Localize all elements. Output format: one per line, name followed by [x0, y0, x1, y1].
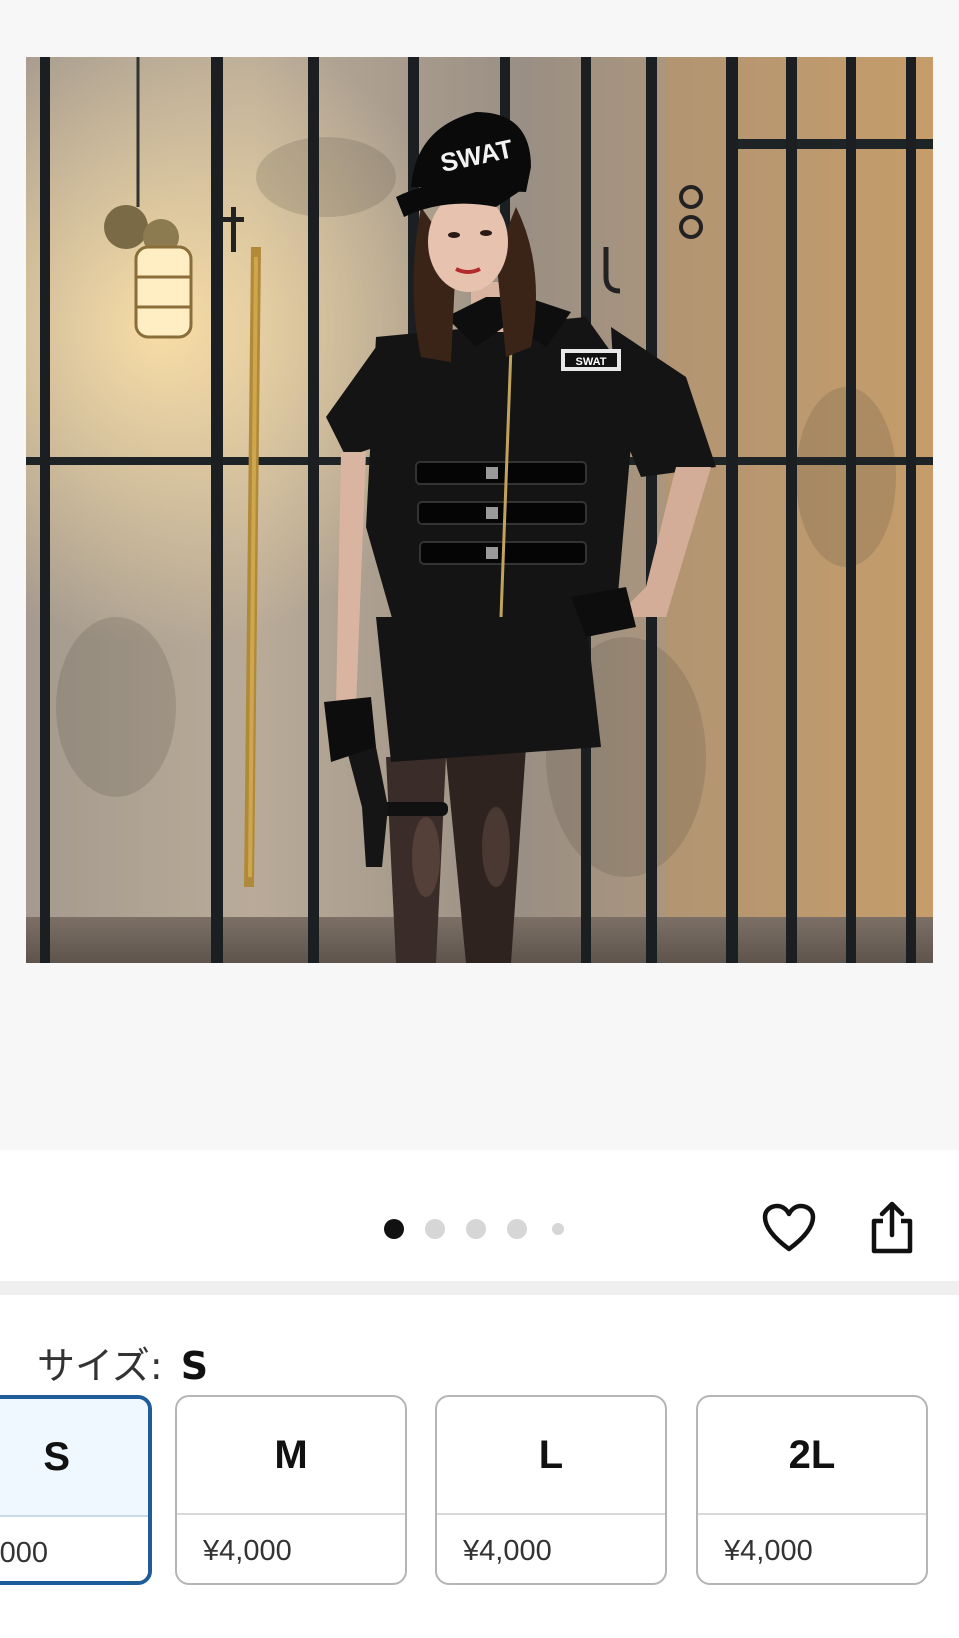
size-option-2l[interactable]: 2L ¥4,000 — [696, 1395, 928, 1585]
pagination-dot-active[interactable] — [384, 1219, 404, 1239]
size-option-name: L — [538, 1432, 564, 1477]
size-option-price: ¥4,000 — [698, 1513, 926, 1583]
share-button[interactable] — [860, 1196, 924, 1260]
size-option-price: ¥4,000 — [437, 1513, 665, 1583]
selected-size-value: S — [180, 1344, 209, 1388]
pagination-dot[interactable] — [425, 1219, 445, 1239]
size-option-l[interactable]: L ¥4,000 — [435, 1395, 667, 1585]
svg-text:SWAT: SWAT — [576, 356, 607, 368]
size-option-name: M — [274, 1432, 308, 1477]
size-option-price: 000 — [0, 1515, 148, 1581]
size-selector: サイズ: S S 000 M ¥4,000 L ¥4,000 2L ¥4,000 — [0, 1295, 959, 1638]
image-action-bar — [0, 1150, 959, 1292]
share-icon — [871, 1201, 913, 1254]
pagination-dot[interactable] — [466, 1219, 486, 1239]
size-label: サイズ: S — [37, 1335, 208, 1390]
favorite-button[interactable] — [757, 1196, 821, 1260]
product-photo[interactable]: SWAT SWAT — [26, 57, 933, 963]
size-option-name: 2L — [788, 1432, 836, 1477]
pagination-dot[interactable] — [507, 1219, 527, 1239]
heart-icon — [762, 1203, 816, 1252]
image-gallery[interactable]: SWAT SWAT — [0, 0, 959, 1150]
size-option-m[interactable]: M ¥4,000 — [175, 1395, 407, 1585]
pagination-dot[interactable] — [552, 1223, 564, 1235]
section-divider — [0, 1281, 959, 1295]
product-detail-page: SWAT SWAT サイズ: S S 000 M ¥4,000 L ¥4,000… — [0, 0, 959, 1638]
image-pagination[interactable] — [384, 1217, 585, 1241]
size-label-text: サイズ: — [37, 1344, 163, 1388]
size-option-name: S — [0, 1399, 148, 1515]
size-option-s[interactable]: S 000 — [0, 1395, 152, 1585]
size-option-price: ¥4,000 — [177, 1513, 405, 1583]
